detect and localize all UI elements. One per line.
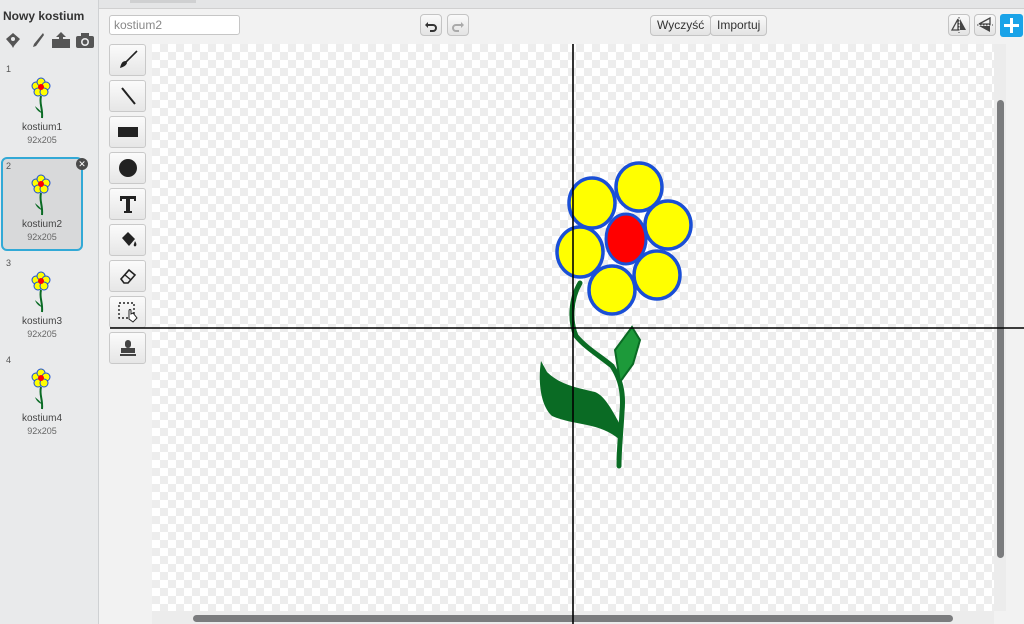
costume-size: 92x205 (27, 232, 57, 242)
horizontal-scrollbar-thumb[interactable] (193, 615, 953, 622)
select-icon (117, 302, 138, 323)
text-icon (119, 196, 136, 213)
ellipse-tool[interactable] (109, 152, 146, 184)
costume-number: 1 (6, 64, 12, 74)
undo-button[interactable] (420, 14, 442, 36)
costume-size: 92x205 (27, 329, 57, 339)
redo-button[interactable] (447, 14, 469, 36)
flip-horizontal-button[interactable] (948, 14, 970, 36)
costume-name: kostium4 (21, 413, 62, 424)
fill-tool[interactable] (109, 224, 146, 256)
vertical-scrollbar-thumb[interactable] (997, 100, 1004, 558)
costume-name: kostium1 (21, 122, 62, 133)
flip-vertical-button[interactable] (974, 14, 996, 36)
costume-item[interactable]: 4 kostium4 92x205 (3, 353, 81, 443)
costume-thumbnail (31, 77, 51, 119)
paint-new-costume-icon[interactable] (27, 30, 47, 50)
rectangle-tool[interactable] (109, 116, 146, 148)
costume-number: 3 (6, 258, 12, 268)
set-costume-center-button[interactable] (1000, 14, 1023, 37)
costume-name-input[interactable] (109, 15, 240, 35)
line-icon (120, 87, 136, 105)
costume-number: 2 (6, 161, 12, 171)
costume-size: 92x205 (27, 135, 57, 145)
costume-name: kostium3 (21, 316, 62, 327)
costume-size: 92x205 (27, 426, 57, 436)
tab-indicator (130, 0, 196, 3)
camera-icon[interactable] (75, 30, 95, 50)
brush-icon (119, 50, 138, 68)
new-costume-label: Nowy kostium (3, 9, 85, 23)
set-costume-center-icon (1004, 18, 1019, 33)
brush-tool[interactable] (109, 44, 146, 76)
text-tool[interactable] (109, 188, 146, 220)
import-button[interactable]: Importuj (710, 15, 768, 36)
costume-thumbnail (31, 174, 51, 216)
flip-vertical-icon (977, 17, 993, 32)
clear-button[interactable]: Wyczyść (650, 15, 712, 36)
redo-icon (452, 22, 464, 32)
costume-item[interactable]: 3 kostium3 92x205 (3, 256, 81, 346)
top-strip (99, 0, 1024, 9)
drawing-canvas[interactable] (152, 44, 994, 611)
costume-name: kostium2 (21, 219, 62, 230)
costume-item-selected[interactable]: 2 kostium2 92x205 (1, 157, 83, 251)
ellipse-icon (118, 159, 137, 177)
costume-thumbnail (31, 271, 51, 313)
costume-item[interactable]: 1 kostium1 92x205 (3, 62, 81, 152)
stamp-tool[interactable] (109, 332, 146, 364)
undo-icon (425, 22, 437, 32)
costume-panel: Nowy kostium 1 kostium1 92x205 2 kostium… (0, 0, 99, 624)
line-tool[interactable] (109, 80, 146, 112)
costume-number: 4 (6, 355, 12, 365)
fill-bucket-icon (121, 232, 136, 247)
new-costume-toolbar (3, 29, 95, 51)
delete-costume-icon[interactable]: ✕ (76, 158, 88, 170)
upload-costume-icon[interactable] (51, 30, 71, 50)
rectangle-icon (117, 127, 138, 137)
costume-thumbnail (31, 368, 51, 410)
flip-horizontal-icon (951, 17, 966, 33)
eraser-tool[interactable] (109, 260, 146, 292)
eraser-icon (119, 268, 136, 284)
select-tool[interactable] (109, 296, 146, 328)
choose-costume-from-library-icon[interactable] (3, 30, 23, 50)
stamp-icon (119, 340, 136, 356)
